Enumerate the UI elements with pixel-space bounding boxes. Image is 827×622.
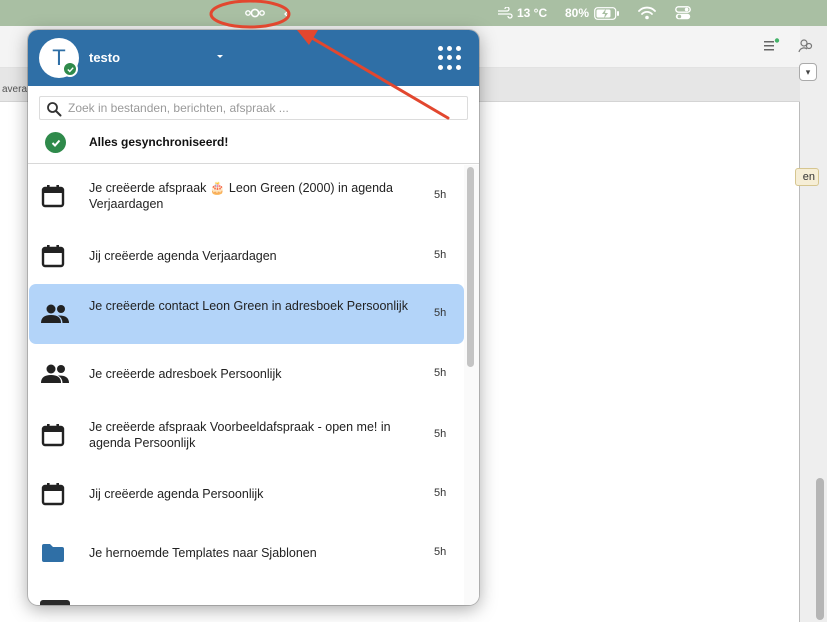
account-name[interactable]: testo (89, 50, 120, 65)
sync-status-text: Alles gesynchroniseerd! (89, 135, 229, 149)
activity-text: Jij creëerde agenda Persoonlijk (89, 487, 264, 501)
battery-widget[interactable]: 80% (565, 0, 620, 26)
account-dropdown-icon[interactable] (217, 55, 223, 58)
image-thumbnail-icon (40, 600, 70, 605)
list-menu-icon[interactable] (764, 38, 780, 52)
apps-grid-button[interactable] (438, 46, 462, 70)
activity-time: 5h (434, 428, 447, 440)
activity-text: Je hernoemde Templates naar Sjablonen (89, 546, 317, 560)
temperature-label: 13 °C (517, 6, 548, 20)
contacts-icon (40, 361, 69, 387)
activity-item[interactable]: Je hernoemde Templates naar Sjablonen 5h (28, 523, 464, 583)
calendar-icon (40, 243, 66, 269)
activity-time: 5h (434, 546, 447, 558)
activity-item[interactable]: Jij creëerde agenda Persoonlijk 5h (28, 465, 464, 523)
activity-item[interactable]: Je creëerde afspraak Voorbeeldafspraak -… (28, 405, 464, 465)
folder-icon (40, 540, 66, 566)
selected-row-highlight (29, 284, 464, 344)
status-glyph-icon (284, 7, 289, 18)
chevron-down-icon[interactable]: ▾ (799, 63, 817, 81)
activity-item[interactable]: Je creëerde adresboek Persoonlijk 5h (28, 345, 464, 403)
activity-text: Je creëerde contact Leon Green in adresb… (89, 299, 408, 313)
control-center-icon[interactable] (675, 0, 691, 26)
search-input[interactable] (68, 99, 463, 117)
activity-text: Je creëerde afspraak 🎂 Leon Green (2000)… (89, 181, 393, 211)
activity-time: 5h (434, 487, 447, 499)
wind-icon (498, 7, 513, 19)
activity-item[interactable]: Je creëerde afspraak 🎂 Leon Green (2000)… (28, 165, 464, 227)
people-outline-icon[interactable] (798, 38, 814, 54)
activity-text: Je creëerde afspraak Voorbeeldafspraak -… (89, 420, 391, 450)
menubar-extra-icon[interactable] (283, 0, 291, 26)
sync-status-row: Alles gesynchroniseerd! (28, 128, 479, 164)
nextcloud-tray-icon[interactable] (244, 0, 266, 26)
calendar-icon (40, 183, 66, 209)
sync-ok-icon (45, 132, 66, 153)
calendar-icon (40, 422, 66, 448)
panel-header: T testo (28, 30, 479, 86)
activity-time: 5h (434, 367, 447, 379)
contacts-icon (40, 301, 69, 327)
online-status-icon (62, 61, 78, 77)
activity-item[interactable]: Jij creëerde agenda Verjaardagen 5h (28, 227, 464, 285)
activity-list: Je creëerde afspraak 🎂 Leon Green (2000)… (28, 165, 464, 605)
activity-time: 5h (434, 249, 447, 261)
activity-scrollbar-thumb[interactable] (467, 167, 474, 367)
activity-text: Je creëerde adresboek Persoonlijk (89, 367, 282, 381)
weather-widget[interactable]: 13 °C (497, 0, 547, 26)
activity-item[interactable]: Je creëerde Gorilla.jpg, Readme.md, Step… (28, 583, 464, 605)
background-tab-label[interactable]: avera (2, 84, 27, 95)
macos-menu-bar: 13 °C 80% (0, 0, 827, 26)
battery-charging-icon (594, 6, 620, 20)
background-scrollbar[interactable] (816, 478, 824, 620)
wifi-icon[interactable] (638, 0, 656, 26)
nextcloud-activity-panel: T testo Alles gesynchroniseerd! Je creëe… (28, 30, 479, 605)
nextcloud-logo-icon (245, 8, 265, 18)
search-field[interactable] (39, 96, 468, 120)
activity-time: 5h (434, 307, 447, 319)
search-icon (47, 102, 62, 117)
background-tag[interactable]: en (795, 168, 819, 186)
battery-percent-label: 80% (565, 6, 590, 20)
activity-time: 5h (434, 189, 447, 201)
activity-text: Jij creëerde agenda Verjaardagen (89, 249, 277, 263)
calendar-icon (40, 481, 66, 507)
activity-item[interactable]: Je creëerde contact Leon Green in adresb… (28, 284, 464, 344)
